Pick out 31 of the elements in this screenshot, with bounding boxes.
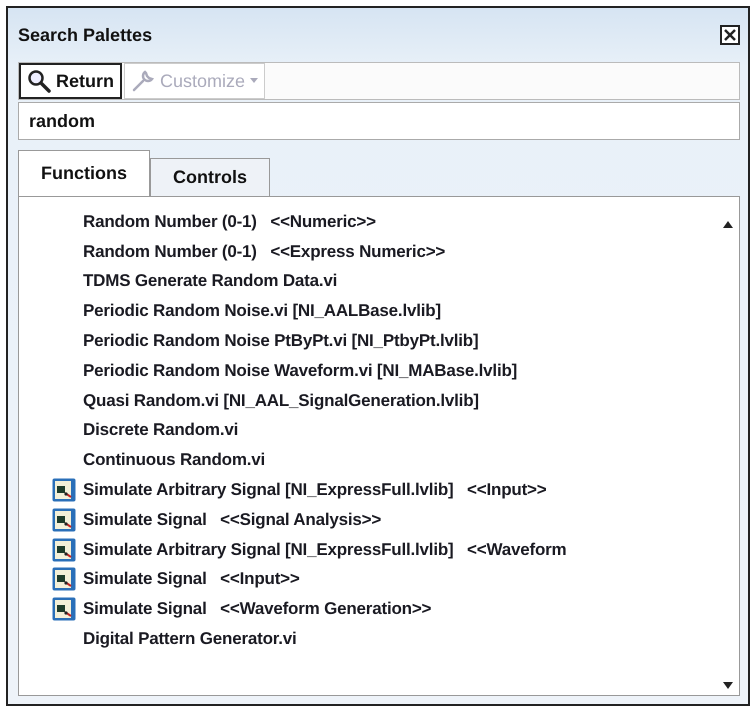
result-item[interactable]: Digital Pattern Generator.vi xyxy=(83,629,297,650)
result-item[interactable]: Simulate Signal <<Signal Analysis>> xyxy=(83,510,382,530)
result-item[interactable]: Periodic Random Noise Waveform.vi [NI_MABase.lvlib] xyxy=(83,360,518,381)
result-item[interactable]: Simulate Signal <<Input>> xyxy=(83,569,300,590)
wrench-icon xyxy=(131,69,155,93)
scroll-up-icon[interactable] xyxy=(723,221,733,228)
result-item[interactable]: Periodic Random Noise.vi [NI_AALBase.lvlib] xyxy=(83,301,441,322)
search-icon xyxy=(27,69,51,93)
caret-icon xyxy=(250,78,258,84)
express-vi-icon xyxy=(52,597,76,622)
result-item[interactable]: Periodic Random Noise PtByPt.vi [NI_PtbyPt.lvlib] xyxy=(83,331,478,352)
result-item[interactable]: TDMS Generate Random Data.vi xyxy=(83,271,338,292)
scroll-down-icon[interactable] xyxy=(723,682,733,689)
result-item[interactable]: Random Number (0-1) <<Express Numeric>> xyxy=(83,242,446,262)
express-vi-icon xyxy=(52,567,76,592)
result-item[interactable]: Quasi Random.vi [NI_AAL_SignalGeneration.lvlib] xyxy=(83,390,479,411)
search-field[interactable]: random xyxy=(18,102,740,140)
window-title: Search Palettes xyxy=(18,24,152,46)
result-item[interactable]: Simulate Arbitrary Signal [NI_ExpressFull.lvlib] <<Waveform xyxy=(83,540,566,560)
result-item[interactable]: Random Number (0-1) <<Numeric>> xyxy=(83,212,376,232)
result-item[interactable]: Continuous Random.vi xyxy=(83,450,266,470)
express-vi-icon xyxy=(52,538,76,562)
close-button[interactable] xyxy=(720,25,740,45)
palette-tab[interactable]: Functions xyxy=(18,150,150,196)
result-item[interactable]: Discrete Random.vi xyxy=(83,420,238,440)
express-vi-icon xyxy=(52,508,76,532)
result-item[interactable]: Simulate Signal <<Waveform Generation>> xyxy=(83,599,432,620)
return-button[interactable]: Return xyxy=(19,63,122,99)
result-item[interactable]: Simulate Arbitrary Signal [NI_ExpressFull.lvlib] <<Input>> xyxy=(83,480,547,500)
palette-tab[interactable]: Controls xyxy=(150,158,270,196)
express-vi-icon xyxy=(52,478,76,502)
